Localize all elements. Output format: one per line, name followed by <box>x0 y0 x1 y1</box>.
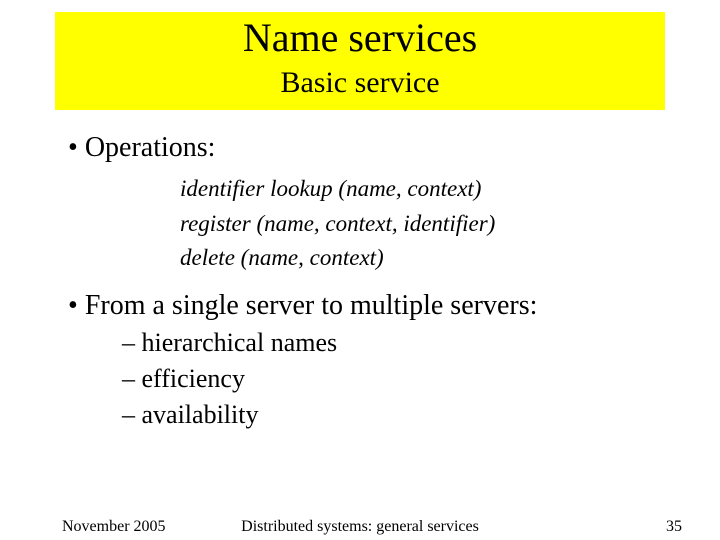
slide-title: Name services <box>55 12 665 60</box>
subitem: availability <box>140 400 660 430</box>
slide-body: Operations: identifier lookup (name, con… <box>60 124 660 436</box>
operation-item: register (name, context, identifier) <box>180 207 660 242</box>
operations-list: identifier lookup (name, context) regist… <box>180 172 660 276</box>
slide: Name services Basic service Operations: … <box>0 0 720 540</box>
title-band: Name services Basic service <box>55 12 665 110</box>
subitem: efficiency <box>140 364 660 394</box>
operation-item: identifier lookup (name, context) <box>180 172 660 207</box>
subitem: hierarchical names <box>140 328 660 358</box>
slide-subtitle: Basic service <box>55 60 665 99</box>
footer-center: Distributed systems: general services <box>0 518 720 536</box>
bullet-operations: Operations: <box>88 132 660 164</box>
operation-item: delete (name, context) <box>180 241 660 276</box>
footer-page-number: 35 <box>666 518 682 536</box>
bullet-multiservers: From a single server to multiple servers… <box>88 290 660 322</box>
